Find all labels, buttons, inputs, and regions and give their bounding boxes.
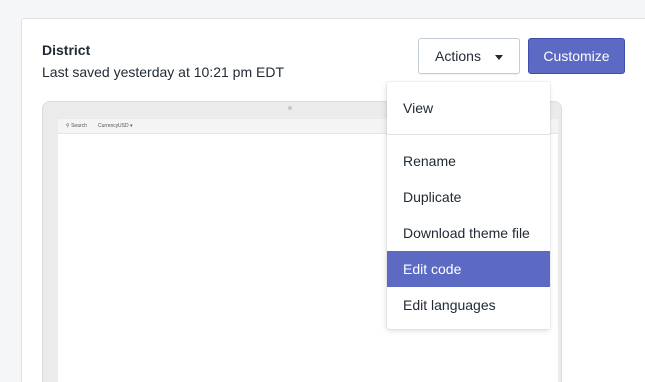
theme-page: District Last saved yesterday at 10:21 p… [0,0,645,382]
menu-item-view[interactable]: View [387,90,550,126]
menu-item-duplicate[interactable]: Duplicate [387,179,550,215]
menu-item-edit-languages[interactable]: Edit languages [387,287,550,323]
menu-item-download-theme-file[interactable]: Download theme file [387,215,550,251]
preview-currency-label: Currency [98,123,119,129]
menu-item-rename[interactable]: Rename [387,143,550,179]
actions-button[interactable]: Actions [418,38,520,74]
menu-item-edit-code[interactable]: Edit code [387,251,550,287]
menu-divider [387,134,550,135]
preview-currency-value: USD ▾ [118,123,133,129]
theme-name: District [42,42,91,58]
preview-search-label: ⚲ Search [66,123,87,129]
customize-button[interactable]: Customize [528,38,625,74]
actions-dropdown-menu: View Rename Duplicate Download theme fil… [387,82,550,329]
device-camera-dot [288,106,292,110]
last-saved-text: Last saved yesterday at 10:21 pm EDT [42,64,285,80]
actions-button-label: Actions [435,48,481,64]
caret-down-icon [494,54,503,60]
